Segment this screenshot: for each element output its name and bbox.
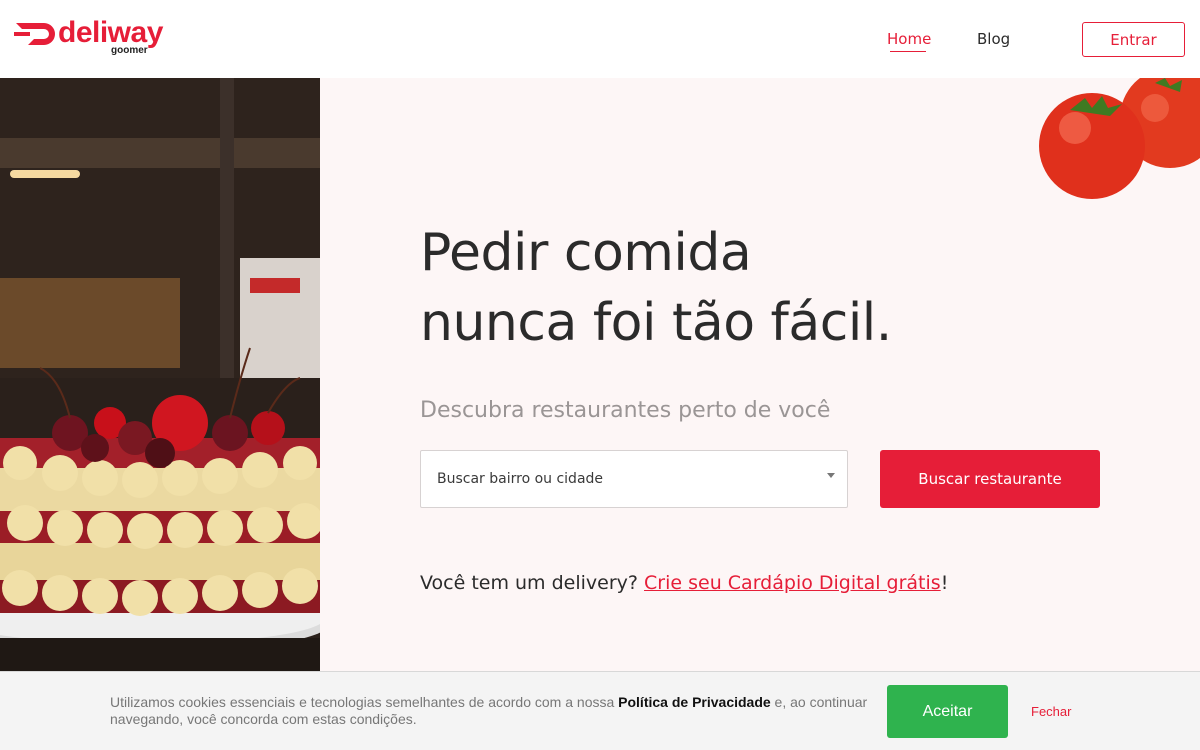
hero-cake-image [0, 78, 320, 750]
hero-headline: Pedir comida nunca foi tão fácil. [420, 218, 1020, 358]
hero-subheading: Descubra restaurantes perto de você [420, 398, 831, 423]
delivery-cta-prefix: Você tem um delivery? [420, 572, 645, 594]
tomatoes-decoration [1030, 78, 1200, 208]
headline-line-2: nunca foi tão fácil. [420, 293, 892, 353]
cake-illustration [0, 78, 320, 750]
delivery-cta: Você tem um delivery? Crie seu Cardápio … [420, 572, 948, 594]
deliway-logo-icon [14, 23, 55, 45]
cookie-message: Utilizamos cookies essenciais e tecnolog… [110, 694, 870, 728]
privacy-policy-link[interactable]: Política de Privacidade [618, 694, 771, 710]
nav-blog-link[interactable]: Blog [977, 30, 1010, 48]
cookie-consent-bar: Utilizamos cookies essenciais e tecnolog… [0, 671, 1200, 750]
header: deliway goomer Home Blog Entrar [0, 0, 1200, 78]
city-search-select[interactable]: Buscar bairro ou cidade [420, 450, 848, 508]
digital-menu-link[interactable]: Crie seu Cardápio Digital grátis [644, 572, 941, 594]
nav-home-underline [890, 51, 926, 52]
city-search-value: Buscar bairro ou cidade [437, 471, 604, 487]
search-restaurant-button[interactable]: Buscar restaurante [880, 450, 1100, 508]
login-button[interactable]: Entrar [1082, 22, 1185, 57]
accept-cookies-button[interactable]: Aceitar [887, 685, 1008, 738]
delivery-cta-suffix: ! [940, 572, 949, 594]
brand-logo[interactable]: deliway goomer [14, 16, 174, 60]
cookie-text-before: Utilizamos cookies essenciais e tecnolog… [110, 694, 619, 710]
headline-line-1: Pedir comida [420, 223, 752, 283]
brand-sub: goomer [111, 45, 148, 56]
nav-home-link[interactable]: Home [887, 30, 931, 48]
tomato-illustration [1039, 78, 1200, 199]
caret-down-icon [827, 473, 835, 478]
close-cookie-button[interactable]: Fechar [1031, 704, 1071, 719]
